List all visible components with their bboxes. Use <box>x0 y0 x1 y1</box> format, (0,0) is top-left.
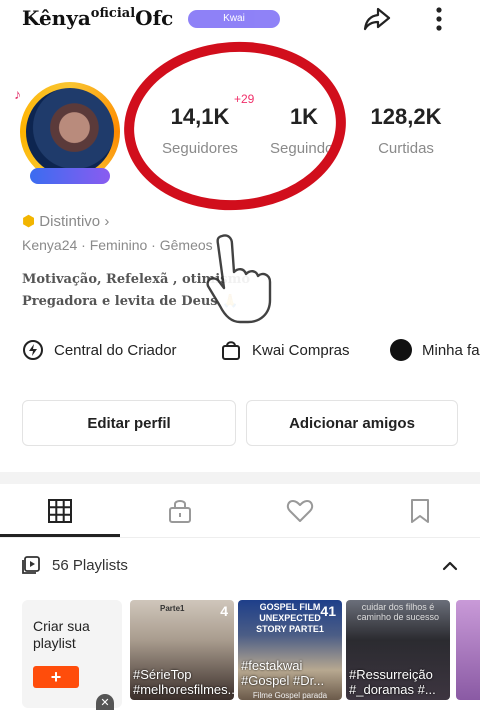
verify-badge-link[interactable]: ⬢ Distintivo › <box>22 212 109 230</box>
music-note-icon: ♪ <box>14 86 21 102</box>
tabs-baseline <box>0 537 480 538</box>
stat-likes[interactable]: 128,2K Curtidas <box>356 104 456 157</box>
profile-meta: Kenya24 · Feminino · Gêmeos <box>22 237 213 253</box>
lock-icon <box>167 498 193 529</box>
tab-private[interactable] <box>120 490 240 536</box>
playlist-icon <box>22 556 40 574</box>
chevron-right-icon: › <box>104 213 110 230</box>
tab-saved[interactable] <box>360 490 480 536</box>
avatar[interactable] <box>16 78 124 186</box>
chevron-up-icon[interactable] <box>440 556 460 581</box>
playlist-thumb[interactable]: Parte1 4 #SérieTop #melhoresfilmes... <box>130 600 234 700</box>
edit-profile-button[interactable]: Editar perfil <box>22 400 236 446</box>
share-arrow-icon[interactable] <box>360 2 394 36</box>
shortcut-label: Kwai Compras <box>252 341 350 359</box>
profile-name: KênyaoficialOfc <box>22 6 173 30</box>
playlists-title: 56 Playlists <box>52 556 128 574</box>
avatar-photo <box>26 88 114 176</box>
highlight-circle-annotation <box>118 34 352 218</box>
create-playlist-button[interactable]: + <box>33 666 79 688</box>
playlist-thumb-banner: cuidar dos filhos é caminho de sucesso <box>356 602 440 622</box>
shortcut-kwai-shop[interactable]: Kwai Compras <box>220 338 350 362</box>
tab-likes[interactable] <box>240 490 360 536</box>
verify-label: Distintivo <box>39 213 101 230</box>
playlist-count: 41 <box>320 603 336 619</box>
profile-name-super: oficial <box>90 6 136 21</box>
active-tab-indicator <box>0 534 120 537</box>
close-icon[interactable]: ✕ <box>96 694 114 710</box>
shortcut-my-family[interactable]: Minha fa <box>390 338 480 362</box>
section-divider <box>0 472 480 484</box>
profile-name-text: Kênya <box>22 6 91 30</box>
create-playlist-card[interactable]: Criar sua playlist + <box>22 600 122 708</box>
playlist-tags: #SérieTop #melhoresfilmes... <box>133 667 234 697</box>
grid-icon <box>47 498 73 529</box>
add-friends-button[interactable]: Adicionar amigos <box>246 400 458 446</box>
likes-count: 128,2K <box>370 104 442 129</box>
playlist-thumb[interactable]: GOSPEL FILM UNEXPECTED STORY PARTE1 41 #… <box>238 600 342 700</box>
playlists-header[interactable]: 56 Playlists <box>22 556 128 574</box>
playlist-tags: #festakwai #Gospel #Dr... <box>241 658 325 688</box>
playlist-thumb[interactable]: cuidar dos filhos é caminho de sucesso #… <box>346 600 450 700</box>
hexagon-badge-icon: ⬢ <box>22 213 36 230</box>
shopping-bag-icon <box>220 339 242 361</box>
shortcut-label: Minha fa <box>422 341 480 359</box>
playlist-tags: #Ressurreição #_doramas #... <box>349 667 436 697</box>
likes-label: Curtidas <box>378 140 434 157</box>
bolt-circle-icon <box>22 339 44 361</box>
shortcut-creator-center[interactable]: Central do Criador <box>22 338 177 362</box>
avatar-badge-banner <box>30 168 110 184</box>
profile-badge: Kwai <box>188 10 280 28</box>
playlist-count: 4 <box>220 603 228 619</box>
playlist-thumb-partial[interactable] <box>456 600 480 700</box>
bookmark-icon <box>409 498 431 529</box>
profile-name-suffix: Ofc <box>135 6 174 30</box>
more-vertical-icon[interactable] <box>422 2 456 36</box>
create-playlist-label: Criar sua playlist <box>33 618 90 651</box>
shortcut-label: Central do Criador <box>54 341 177 359</box>
playlist-thumb-subtitle: Filme Gospel parada <box>252 691 328 700</box>
pointing-hand-icon <box>200 228 300 328</box>
heart-icon <box>286 498 314 529</box>
black-circle-icon <box>390 339 412 361</box>
tab-grid[interactable] <box>0 490 120 536</box>
